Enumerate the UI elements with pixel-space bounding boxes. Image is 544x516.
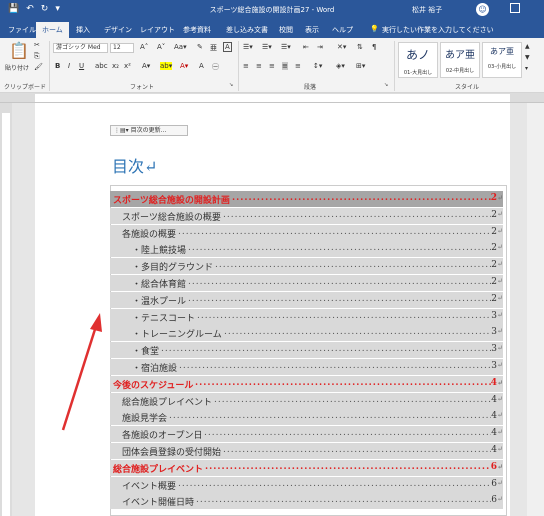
annotation-arrow (61, 313, 102, 431)
